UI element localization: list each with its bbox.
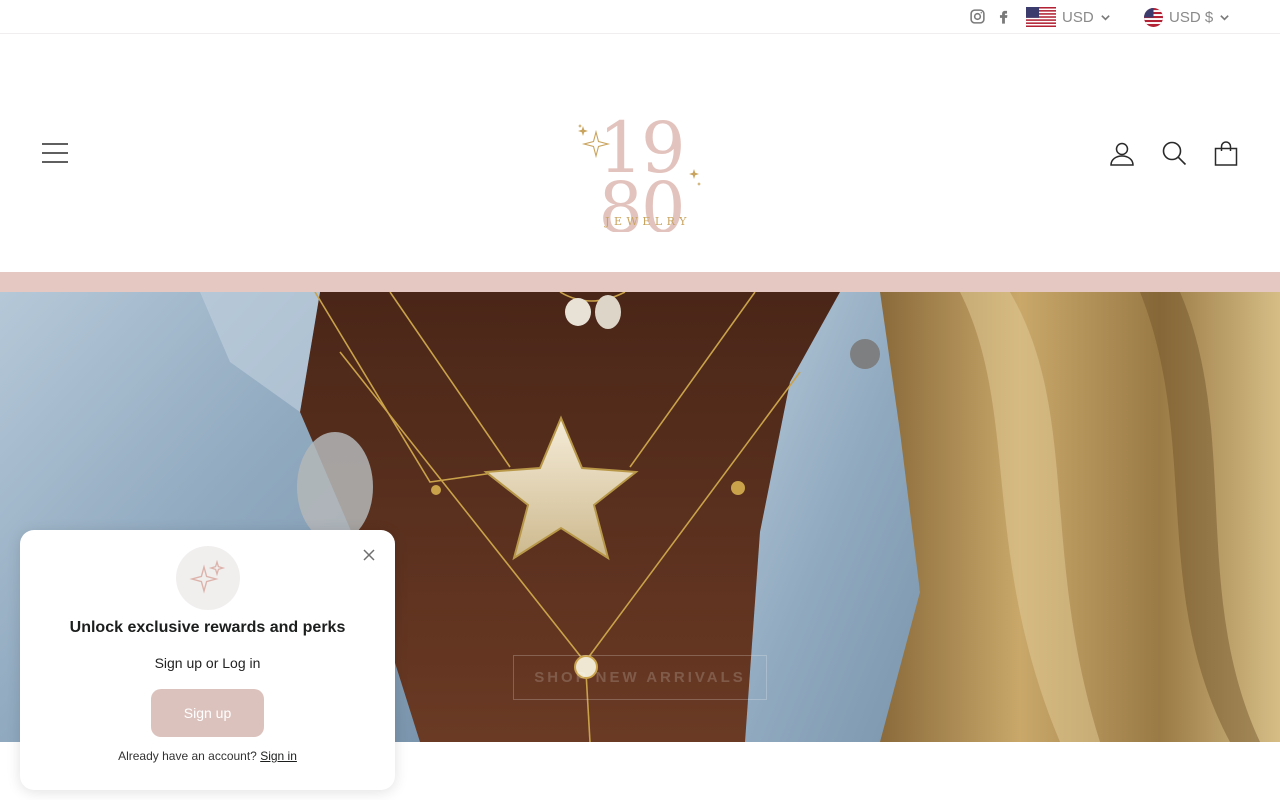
facebook-icon[interactable] bbox=[994, 7, 1012, 25]
sign-in-link[interactable]: Sign in bbox=[260, 749, 297, 763]
top-utility-bar: USD USD $ bbox=[0, 0, 1280, 34]
popup-footer-text: Already have an account? bbox=[118, 749, 257, 763]
menu-icon[interactable] bbox=[42, 142, 68, 164]
popup-title: Unlock exclusive rewards and perks bbox=[69, 619, 346, 636]
currency-label-secondary: USD $ bbox=[1169, 8, 1214, 26]
shop-new-arrivals-button[interactable]: SHOP NEW ARRIVALS bbox=[513, 655, 767, 700]
cart-icon[interactable] bbox=[1213, 140, 1239, 166]
chevron-down-icon bbox=[1220, 14, 1229, 21]
sparkle-right-small bbox=[697, 182, 701, 186]
instagram-icon[interactable] bbox=[968, 7, 986, 25]
chevron-down-icon bbox=[1100, 14, 1110, 21]
sparkle-right bbox=[689, 169, 699, 179]
currency-selector[interactable]: USD bbox=[1026, 5, 1111, 29]
sparkle-badge bbox=[176, 546, 240, 610]
close-icon[interactable] bbox=[361, 547, 377, 563]
popup-footer: Already have an account? Sign in bbox=[20, 749, 395, 763]
site-header: 19 80 JEWELRY bbox=[0, 34, 1280, 272]
account-icon[interactable] bbox=[1109, 140, 1135, 166]
currency-selector-secondary[interactable]: USD $ bbox=[1144, 5, 1230, 29]
brand-logo[interactable]: 19 80 JEWELRY bbox=[575, 72, 707, 232]
sign-up-button[interactable]: Sign up bbox=[151, 689, 264, 737]
us-flag-round-icon bbox=[1144, 7, 1163, 27]
sparkles-icon bbox=[189, 559, 226, 594]
rewards-popup: Unlock exclusive rewards and perks Sign … bbox=[20, 530, 395, 790]
sparkle-dot bbox=[578, 124, 582, 128]
search-icon[interactable] bbox=[1161, 140, 1187, 166]
us-flag-icon bbox=[1026, 7, 1056, 27]
sparkle-small bbox=[578, 126, 588, 136]
logo-wordmark: JEWELRY bbox=[604, 215, 691, 228]
announcement-bar bbox=[0, 272, 1280, 292]
currency-label: USD bbox=[1062, 8, 1094, 26]
popup-subtitle: Sign up or Log in bbox=[154, 655, 261, 671]
